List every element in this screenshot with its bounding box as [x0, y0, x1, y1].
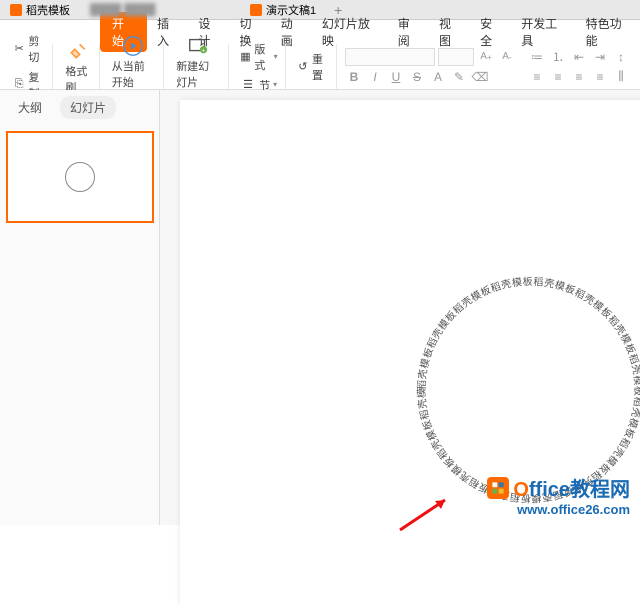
thumbnail-circle-shape — [65, 162, 95, 192]
watermark-logo-icon — [487, 477, 509, 499]
ribbon-tabs: 开始 插入 设计 切换 动画 幻灯片放映 审阅 视图 安全 开发工具 特色功能 — [0, 20, 640, 44]
reset-label: 重置 — [312, 51, 329, 83]
underline-button[interactable]: U — [387, 68, 405, 86]
bold-button[interactable]: B — [345, 68, 363, 86]
slide-1[interactable]: 稻壳模板稻壳模板稻壳模板稻壳模板稻壳模板稻壳模板稻壳模板稻壳模板稻壳模板稻壳模板… — [180, 100, 640, 605]
new-slide-icon: + — [186, 34, 210, 58]
watermark-brand: Office教程网 — [513, 473, 630, 502]
font-family-select[interactable] — [345, 48, 435, 66]
slide-canvas: 稻壳模板稻壳模板稻壳模板稻壳模板稻壳模板稻壳模板稻壳模板稻壳模板稻壳模板稻壳模板… — [160, 90, 640, 525]
reset-button[interactable]: ↺ 重置 — [294, 49, 332, 85]
align-right-button[interactable]: ≡ — [570, 68, 588, 86]
numbering-button[interactable]: ⒈ — [549, 48, 567, 66]
svg-text:+: + — [202, 47, 206, 54]
watermark: Office教程网 www.office26.com — [487, 473, 630, 517]
brush-icon — [66, 39, 90, 63]
layout-button[interactable]: ▦ 版式▾ — [237, 39, 281, 75]
indent-inc-button[interactable]: ⇥ — [591, 48, 609, 66]
new-slide-label: 新建幻灯片 — [176, 58, 219, 90]
italic-button[interactable]: I — [366, 68, 384, 86]
clear-format-button[interactable]: ⌫ — [471, 68, 489, 86]
strike-button[interactable]: S — [408, 68, 426, 86]
svg-text:稻壳模板稻壳模板稻壳模板稻壳模板稻壳模板稻壳模板稻壳模板稻壳: 稻壳模板稻壳模板稻壳模板稻壳模板稻壳模板稻壳模板稻壳模板稻壳模板稻壳模板稻壳模板… — [410, 270, 640, 505]
layout-icon: ▦ — [240, 49, 252, 65]
circular-text: 稻壳模板稻壳模板稻壳模板稻壳模板稻壳模板稻壳模板稻壳模板稻壳模板稻壳模板稻壳模板… — [410, 270, 640, 505]
outline-tab[interactable]: 大纲 — [8, 96, 52, 119]
play-icon — [121, 34, 145, 58]
cut-button[interactable]: ✂ 剪切 — [10, 31, 48, 67]
cut-label: 剪切 — [28, 33, 45, 65]
decrease-font-button[interactable]: A- — [498, 48, 516, 66]
scissors-icon: ✂ — [13, 41, 25, 57]
increase-font-button[interactable]: A+ — [477, 48, 495, 66]
tab-blurred[interactable]: ████ ████ — [80, 2, 240, 18]
layout-label: 版式 — [254, 41, 270, 73]
bullets-button[interactable]: ≔ — [528, 48, 546, 66]
highlight-button[interactable]: ✎ — [450, 68, 468, 86]
align-justify-button[interactable]: ≡ — [591, 68, 609, 86]
sidebar: 大纲 幻灯片 — [0, 90, 160, 525]
line-spacing-button[interactable]: ↕ — [612, 48, 630, 66]
watermark-url: www.office26.com — [517, 502, 630, 517]
annotation-arrow — [395, 495, 455, 538]
wps-icon — [10, 4, 22, 16]
slide-thumbnail-1[interactable] — [6, 131, 154, 223]
align-center-button[interactable]: ≡ — [549, 68, 567, 86]
tab-label: 稻壳模板 — [26, 2, 70, 18]
reset-icon: ↺ — [297, 59, 309, 75]
align-left-button[interactable]: ≡ — [528, 68, 546, 86]
workspace: 大纲 幻灯片 稻壳模板稻壳模板稻壳模板稻壳模板稻壳模板稻壳模板稻壳模板稻壳模板稻… — [0, 90, 640, 525]
format-painter-button[interactable]: 格式刷 — [61, 37, 94, 97]
indent-dec-button[interactable]: ⇤ — [570, 48, 588, 66]
tab-templates[interactable]: 稻壳模板 — [0, 0, 80, 20]
font-size-select[interactable] — [438, 48, 474, 66]
columns-button[interactable]: ⫼ — [612, 68, 630, 86]
slides-tab[interactable]: 幻灯片 — [60, 96, 116, 119]
sidebar-tabs: 大纲 幻灯片 — [0, 90, 159, 125]
font-color-button[interactable]: A — [429, 68, 447, 86]
toolbar: ✂ 剪切 ⎘ 复制 格式刷 从当前开始▾ + 新建幻灯片▾ — [0, 44, 640, 90]
from-current-label: 从当前开始 — [112, 58, 155, 90]
